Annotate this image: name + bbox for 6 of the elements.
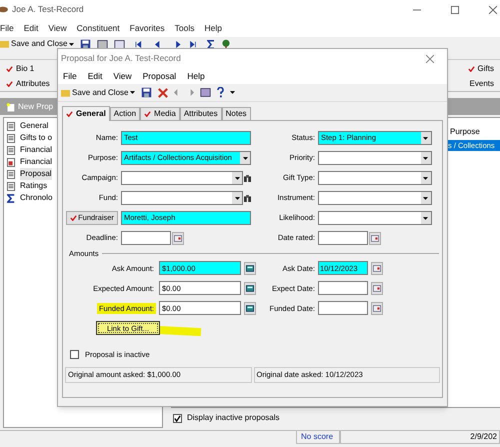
window-title: Joe A. Test-Record [12,3,84,16]
dialog-title: Proposal for Joe A. Test-Record [61,52,181,65]
status-panel: No score [296,430,340,444]
new-proposal-label: New Prop [18,100,54,112]
checkbox-label: Display inactive proposals [187,412,280,424]
status-panel: 2/9/202 [340,430,500,444]
